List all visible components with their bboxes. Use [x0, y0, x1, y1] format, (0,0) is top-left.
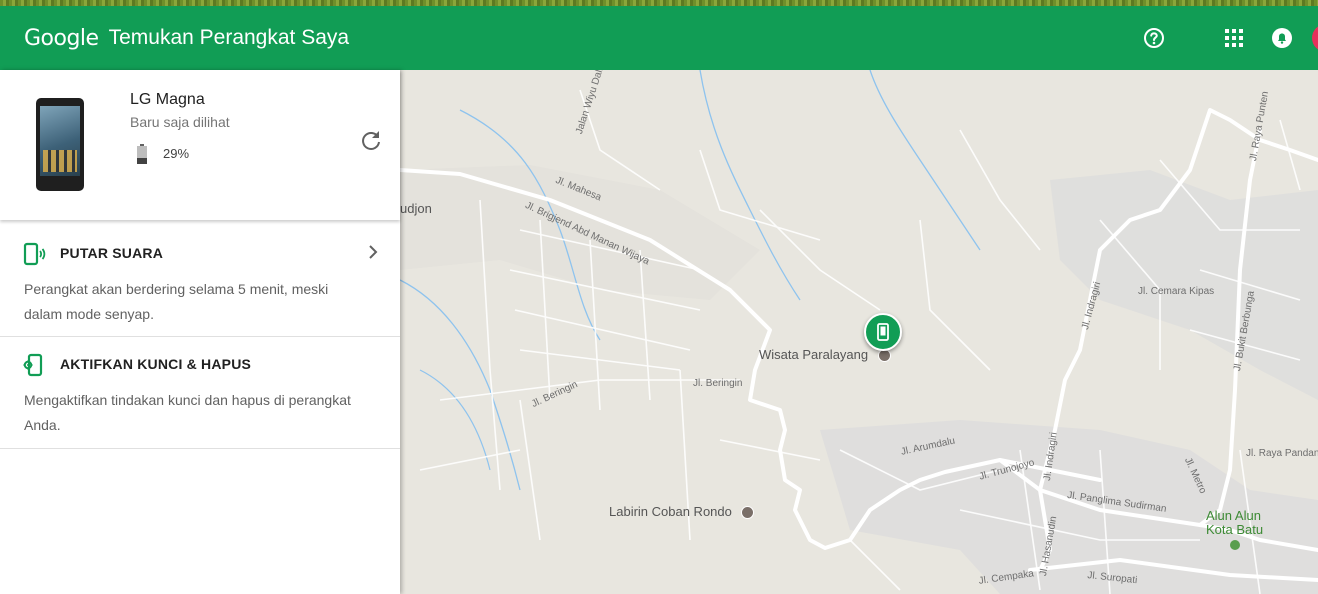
app-header: Google Temukan Perangkat Saya: [0, 6, 1318, 70]
lock-erase-action[interactable]: AKTIFKAN KUNCI & HAPUS Mengaktifkan tind…: [0, 337, 400, 449]
device-card: LG Magna Baru saja dilihat 29%: [0, 70, 400, 220]
side-panel: LG Magna Baru saja dilihat 29% PUTAR SUA…: [0, 70, 400, 594]
device-location-pin[interactable]: [864, 313, 902, 351]
help-icon[interactable]: [1142, 26, 1166, 50]
action-title: AKTIFKAN KUNCI & HAPUS: [60, 356, 252, 372]
device-last-seen: Baru saja dilihat: [130, 114, 230, 130]
battery-icon: [136, 144, 148, 169]
battery-level: 29%: [163, 146, 190, 161]
place-label-labirin[interactable]: Labirin Coban Rondo: [609, 504, 732, 519]
place-label-wisata[interactable]: Wisata Paralayang: [759, 347, 868, 362]
action-title: PUTAR SUARA: [60, 245, 164, 261]
play-sound-action[interactable]: PUTAR SUARA Perangkat akan berdering sel…: [0, 226, 400, 337]
poi-icon: [741, 506, 754, 519]
chevron-right-icon[interactable]: [364, 243, 382, 266]
avatar[interactable]: [1312, 24, 1318, 52]
street-label: Jl. Cemara Kipas: [1138, 286, 1215, 297]
phone-lock-icon: [22, 353, 46, 382]
device-name[interactable]: LG Magna: [130, 91, 205, 109]
notifications-icon[interactable]: [1270, 26, 1294, 50]
place-label: udjon: [400, 201, 432, 216]
google-logo[interactable]: Google: [24, 26, 99, 51]
device-image: [36, 98, 84, 191]
action-description: Mengaktifkan tindakan kunci dan hapus di…: [24, 392, 351, 433]
apps-grid-icon[interactable]: [1222, 26, 1246, 50]
place-label-alun-city[interactable]: Kota Batu: [1206, 522, 1263, 537]
action-description: Perangkat akan berdering selama 5 menit,…: [24, 281, 329, 322]
street-label: Jl. Raya Pandan: [1246, 448, 1318, 459]
phone-ring-icon: [22, 242, 46, 271]
phone-icon: [877, 323, 889, 341]
app-title[interactable]: Temukan Perangkat Saya: [109, 26, 349, 50]
map[interactable]: Jl. Mahesa Jl. Brigjend Abd Manan Wijaya…: [400, 70, 1318, 594]
place-label-alun[interactable]: Alun Alun: [1206, 508, 1261, 523]
street-label: Jl. Beringin: [693, 378, 743, 389]
refresh-icon[interactable]: [360, 129, 382, 156]
